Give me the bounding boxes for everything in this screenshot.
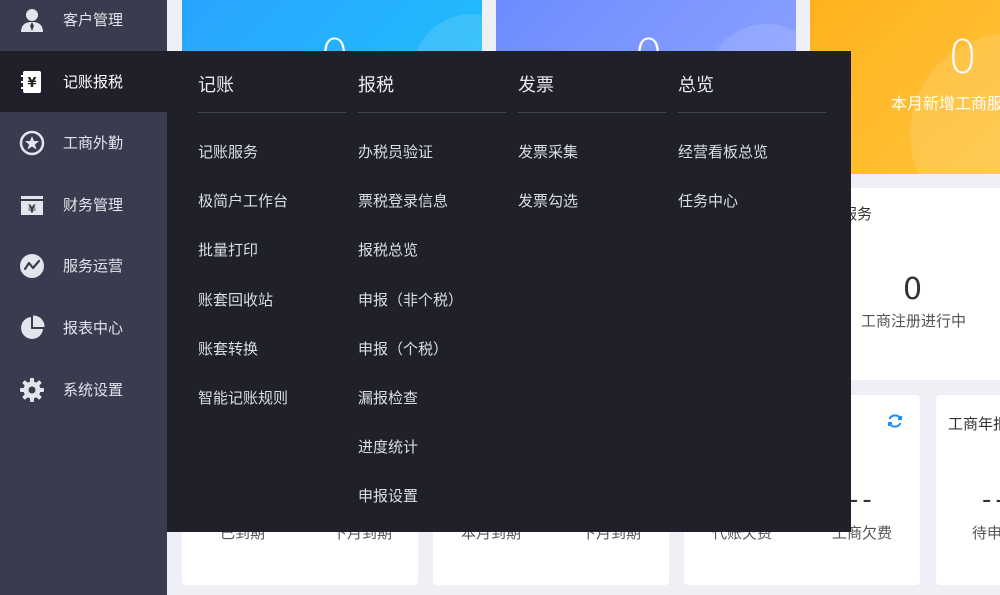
menu-item[interactable]: 申报设置: [358, 485, 418, 506]
divider: [358, 112, 506, 113]
card-title: 工商年报: [948, 415, 1000, 433]
sidebar-item-label: 工商外勤: [63, 134, 124, 152]
bookkeeping-tax-mega-menu: 记账 记账服务 极简户工作台 批量打印 账套回收站 账套转换 智能记账规则 报税…: [167, 51, 851, 532]
menu-item[interactable]: 记账服务: [198, 141, 258, 162]
svg-text:¥: ¥: [28, 202, 36, 215]
sidebar-item-finance[interactable]: ¥ 财务管理: [0, 174, 167, 235]
annual-report-card: 工商年报 -- 待申报: [936, 395, 1000, 585]
menu-column-heading: 总览: [678, 75, 714, 96]
menu-item[interactable]: 进度统计: [358, 436, 418, 457]
refresh-icon[interactable]: [887, 413, 903, 429]
sidebar-item-field-service[interactable]: 工商外勤: [0, 112, 167, 173]
menu-item[interactable]: 申报（非个税）: [358, 289, 463, 310]
menu-item[interactable]: 报税总览: [358, 239, 418, 260]
card-caption: 工商注册进行中: [861, 312, 967, 330]
menu-item[interactable]: 账套回收站: [198, 289, 273, 310]
stat-value: 0: [948, 30, 978, 84]
sidebar-item-operations[interactable]: 服务运营: [0, 235, 167, 296]
divider: [198, 112, 346, 113]
wallet-icon: ¥: [19, 192, 45, 218]
sidebar-item-label: 系统设置: [63, 381, 124, 399]
menu-item[interactable]: 批量打印: [198, 239, 258, 260]
menu-item[interactable]: 任务中心: [678, 190, 738, 211]
sidebar-item-label: 报表中心: [63, 319, 124, 337]
gear-icon: [19, 377, 45, 403]
stat-caption: 本月新增工商服: [891, 94, 1000, 113]
menu-column-heading: 记账: [198, 75, 234, 96]
menu-item[interactable]: 经营看板总览: [678, 141, 768, 162]
sidebar: 客户管理 ¥ 记账报税 工商外勤 ¥ 财务管理 服务运营 报表中心 系统设置: [0, 0, 167, 595]
trend-icon: [19, 253, 45, 279]
card-caption: 待申报: [972, 524, 1000, 542]
menu-item[interactable]: 发票采集: [518, 141, 578, 162]
card-value: --: [849, 485, 876, 515]
sidebar-item-bookkeeping-tax[interactable]: ¥ 记账报税: [0, 51, 167, 112]
divider: [518, 112, 666, 113]
sidebar-item-label: 财务管理: [63, 196, 124, 214]
sidebar-item-label: 记账报税: [63, 73, 124, 91]
user-icon: [19, 7, 45, 33]
menu-item[interactable]: 漏报检查: [358, 387, 418, 408]
sidebar-item-settings[interactable]: 系统设置: [0, 359, 167, 420]
menu-item[interactable]: 申报（个税）: [358, 338, 448, 359]
menu-item[interactable]: 票税登录信息: [358, 190, 448, 211]
sidebar-item-reports[interactable]: 报表中心: [0, 297, 167, 358]
divider: [678, 112, 826, 113]
card-value: --: [982, 485, 1000, 515]
menu-item[interactable]: 办税员验证: [358, 141, 433, 162]
sidebar-item-label: 客户管理: [63, 11, 124, 29]
sidebar-item-customer-management[interactable]: 客户管理: [0, 0, 167, 50]
svg-text:¥: ¥: [27, 76, 36, 91]
menu-item[interactable]: 智能记账规则: [198, 387, 288, 408]
menu-item[interactable]: 极简户工作台: [198, 190, 288, 211]
ledger-icon: ¥: [19, 69, 45, 95]
sidebar-item-label: 服务运营: [63, 257, 124, 275]
menu-column-heading: 报税: [358, 75, 394, 96]
star-badge-icon: [19, 130, 45, 156]
menu-column-heading: 发票: [518, 75, 554, 96]
menu-item[interactable]: 账套转换: [198, 338, 258, 359]
card-value: 0: [903, 272, 923, 307]
menu-item[interactable]: 发票勾选: [518, 190, 578, 211]
pie-chart-icon: [19, 314, 45, 341]
